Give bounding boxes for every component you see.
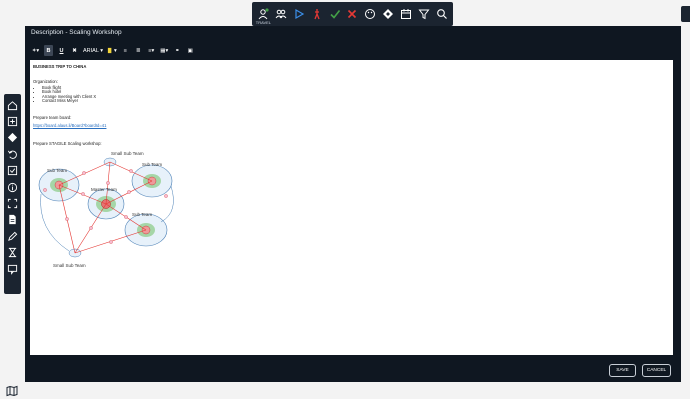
fullscreen-icon[interactable] <box>4 195 21 211</box>
bullet-list-button[interactable]: ≡ <box>121 45 130 56</box>
align-button[interactable]: ≡▾ <box>147 45 156 56</box>
team-board-label: Prepare team board: <box>33 115 72 120</box>
label-small-sub-team-top: Small Sub Team <box>111 151 144 156</box>
clear-format-button[interactable]: ✖ <box>70 45 79 56</box>
label-small-sub-team-bottom: Small Sub Team <box>53 263 86 268</box>
underline-button[interactable]: U <box>57 45 66 56</box>
people-icon[interactable] <box>273 4 290 24</box>
label-master-team: Master Team <box>91 187 117 192</box>
team-structure-diagram: Small Sub Team Sub Team Sub Team Master … <box>38 151 174 268</box>
list-item: Contact Miss Meyer <box>42 98 96 103</box>
close-icon[interactable] <box>344 4 361 24</box>
image-button[interactable]: ▣ <box>186 45 195 56</box>
content-heading: BUSINESS TRIP TO CHINA <box>33 64 87 69</box>
top-toolbar: TRAVEL <box>252 2 453 26</box>
editor-content[interactable]: BUSINESS TRIP TO CHINA Organization: Boo… <box>30 60 673 355</box>
checkbox-icon[interactable] <box>4 163 21 179</box>
person-warning-icon[interactable]: TRAVEL <box>255 4 272 25</box>
plus-icon[interactable] <box>4 113 21 129</box>
label-sub-team-bottom: Sub Team <box>132 212 152 217</box>
workshop-label: Prepare STAGILE Scaling workshop: <box>33 141 102 146</box>
filter-icon[interactable] <box>415 4 432 24</box>
run-icon[interactable] <box>308 4 325 24</box>
info-icon[interactable] <box>4 179 21 195</box>
palette-icon[interactable] <box>362 4 379 24</box>
label-sub-team-left: Sub Team <box>47 168 67 173</box>
map-icon[interactable] <box>5 384 19 397</box>
save-button[interactable]: SAVE <box>609 364 636 377</box>
play-icon[interactable] <box>291 4 308 24</box>
hourglass-icon[interactable] <box>4 245 21 261</box>
dialog-title: Description - Scaling Workshop <box>31 29 122 36</box>
editor-toolbar: ✶▾ B U ✖ ARIAL ▾ ▾ ≡ ≣ ≡▾ ▦▾ ⚭ ▣ <box>31 44 195 57</box>
label-sub-team-right: Sub Team <box>142 162 162 167</box>
font-select[interactable]: ARIAL ▾ <box>83 45 103 56</box>
cancel-button[interactable]: CANCEL <box>642 364 671 377</box>
comment-icon[interactable] <box>4 261 21 277</box>
organization-label: Organization: <box>33 79 58 84</box>
team-board-link[interactable]: https://board.alaus.li/Board?boardId=41 <box>33 123 106 128</box>
bold-button[interactable]: B <box>44 45 53 56</box>
home-icon[interactable] <box>4 97 21 113</box>
highlight-dropdown[interactable]: ▾ <box>114 48 117 54</box>
diamond-icon[interactable] <box>4 130 21 146</box>
description-dialog: Description - Scaling Workshop ✶▾ B U ✖ … <box>25 26 681 382</box>
diamond-icon[interactable] <box>380 4 397 24</box>
highlight-button[interactable]: ▾ <box>107 45 117 56</box>
undo-icon[interactable] <box>4 146 21 162</box>
organization-list: Book flight Book hotel Arrange meeting w… <box>38 85 96 104</box>
check-icon[interactable] <box>326 4 343 24</box>
numbered-list-button[interactable]: ≣ <box>134 45 143 56</box>
link-button[interactable]: ⚭ <box>173 45 182 56</box>
search-icon[interactable] <box>433 4 450 24</box>
magic-format-button[interactable]: ✶▾ <box>31 45 40 56</box>
table-button[interactable]: ▦▾ <box>160 45 169 56</box>
top-right-edge-icon[interactable] <box>681 6 690 22</box>
document-icon[interactable] <box>4 212 21 228</box>
left-sidebar <box>4 94 21 294</box>
calendar-icon[interactable] <box>398 4 415 24</box>
person-warning-caption: TRAVEL <box>255 20 272 25</box>
pencil-icon[interactable] <box>4 228 21 244</box>
